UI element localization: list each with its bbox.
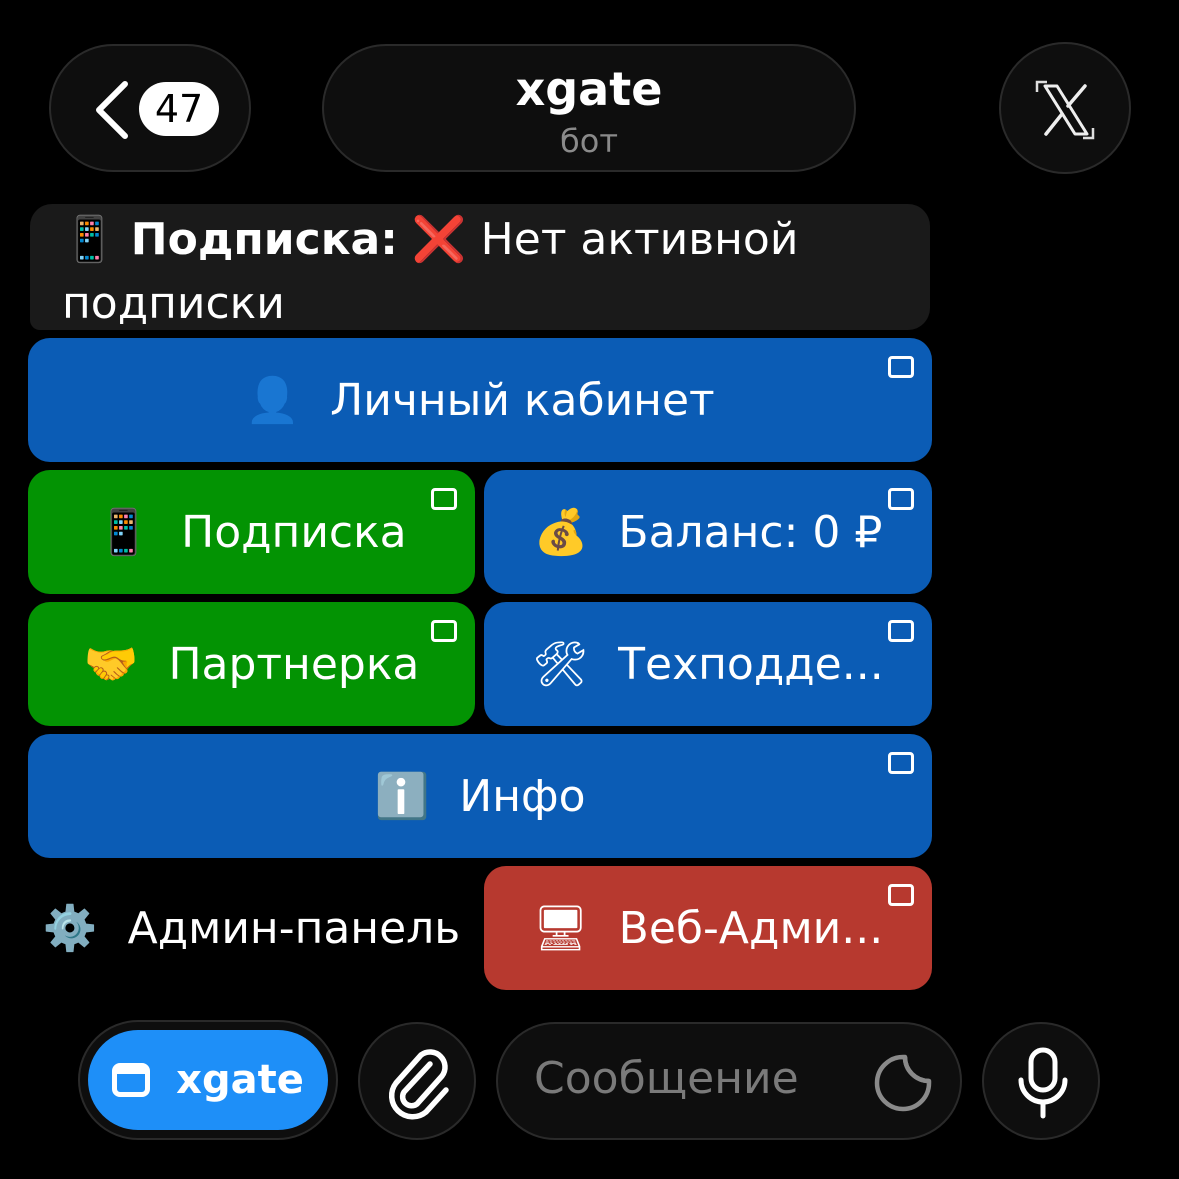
window-icon (112, 1063, 151, 1097)
web-admin-button[interactable]: 🖥 Веб-Адми... (484, 866, 932, 990)
admin-panel-button[interactable]: ⚙️ Админ-панель (28, 866, 475, 990)
sticker-icon[interactable] (874, 1054, 932, 1112)
info-label: Инфо (459, 770, 586, 822)
info-icon: ℹ️ (374, 771, 430, 822)
balance-label: Баланс: 0 ₽ (618, 506, 883, 558)
subscription-button-label: Подписка (181, 506, 407, 558)
microphone-icon (1018, 1047, 1068, 1119)
chat-title: xgate (515, 62, 663, 116)
message-input[interactable] (532, 1052, 856, 1105)
cross-mark-icon: ❌ (411, 214, 467, 265)
personal-cabinet-button[interactable]: 👤 Личный кабинет (28, 338, 932, 462)
web-admin-label: Веб-Адми... (618, 902, 884, 954)
message-bubble: 📱 Подписка: ❌ Нет активной подписки (30, 204, 930, 330)
attach-button[interactable] (358, 1022, 476, 1140)
subscription-button[interactable]: 📱 Подписка (28, 470, 475, 594)
web-app-icon (431, 620, 457, 642)
chevron-left-icon (96, 81, 128, 139)
gear-icon: ⚙️ (42, 903, 98, 954)
back-button[interactable]: 47 (49, 44, 251, 172)
paperclip-icon (388, 1049, 449, 1120)
partner-label: Партнерка (168, 638, 420, 690)
web-app-icon (888, 620, 914, 642)
web-app-icon (888, 488, 914, 510)
admin-panel-label: Админ-панель (127, 902, 461, 954)
web-app-icon (431, 488, 457, 510)
info-button[interactable]: ℹ️ Инфо (28, 734, 932, 858)
desktop-computer-icon: 🖥 (532, 903, 589, 954)
user-silhouette-icon: 👤 (245, 375, 301, 426)
message-input-container (496, 1022, 962, 1140)
avatar[interactable] (999, 42, 1131, 174)
support-label: Техподде... (618, 638, 884, 690)
partner-button[interactable]: 🤝 Партнерка (28, 602, 475, 726)
web-app-icon (888, 752, 914, 774)
balance-button[interactable]: 💰 Баланс: 0 ₽ (484, 470, 932, 594)
bot-menu-button[interactable]: xgate (88, 1030, 328, 1130)
mobile-phone-icon: 📱 (62, 214, 117, 265)
chat-header[interactable]: xgate бот (322, 44, 856, 172)
mobile-phone-icon: 📱 (96, 507, 152, 558)
web-app-icon (888, 884, 914, 906)
subscription-label: Подписка: (130, 214, 398, 265)
unread-count-badge: 47 (139, 82, 219, 136)
hammer-wrench-icon: 🛠 (532, 639, 589, 690)
money-bag-icon: 💰 (533, 507, 589, 558)
handshake-icon: 🤝 (83, 639, 139, 690)
voice-message-button[interactable] (982, 1022, 1100, 1140)
x-logo-icon (1035, 80, 1095, 140)
bot-menu-container: xgate (78, 1020, 338, 1140)
chat-subtitle: бот (560, 122, 618, 160)
personal-cabinet-label: Личный кабинет (330, 374, 715, 426)
web-app-icon (888, 356, 914, 378)
support-button[interactable]: 🛠 Техподде... (484, 602, 932, 726)
bot-menu-label: xgate (176, 1057, 304, 1103)
